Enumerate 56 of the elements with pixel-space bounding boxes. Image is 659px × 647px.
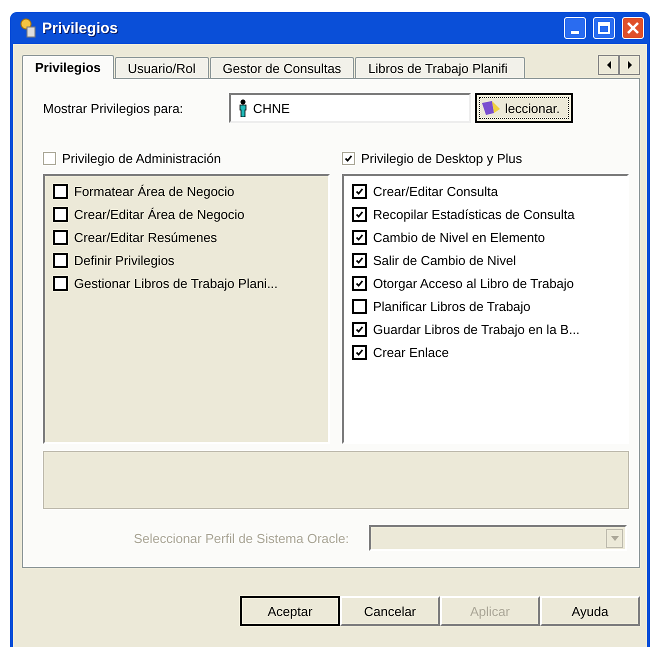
checkbox[interactable]	[352, 184, 367, 199]
dialog-button[interactable]: Cancelar	[340, 596, 440, 626]
checkbox[interactable]	[352, 299, 367, 314]
dialog-button[interactable]: Aceptar	[240, 596, 340, 626]
group-checkbox[interactable]	[342, 152, 355, 165]
checkbox-label: Crear/Editar Área de Negocio	[74, 207, 245, 222]
group-checkbox[interactable]	[43, 152, 56, 165]
checkbox-label: Privilegio de Administración	[62, 151, 221, 166]
maximize-icon	[598, 22, 610, 34]
checkbox-label: Gestionar Libros de Trabajo Plani...	[74, 276, 278, 291]
checkbox[interactable]	[53, 184, 68, 199]
checkbox-label: Crear/Editar Resúmenes	[74, 230, 218, 245]
tab[interactable]: Gestor de Consultas	[210, 57, 354, 78]
checkbox-label: Salir de Cambio de Nivel	[373, 253, 516, 268]
select-button[interactable]: leccionar.	[475, 93, 573, 123]
checkbox[interactable]	[352, 322, 367, 337]
tab[interactable]: Privilegios	[22, 55, 114, 79]
checkbox-label: Cambio de Nivel en Elemento	[373, 230, 545, 245]
checkbox[interactable]	[53, 230, 68, 245]
checkbox-label: Planificar Libros de Trabajo	[373, 299, 531, 314]
checkbox-label: Privilegio de Desktop y Plus	[361, 151, 522, 166]
checkbox[interactable]	[352, 230, 367, 245]
minimize-icon	[571, 30, 579, 34]
checkbox-label: Recopilar Estadísticas de Consulta	[373, 207, 575, 222]
checkbox[interactable]	[53, 207, 68, 222]
show-privileges-label: Mostrar Privilegios para:	[43, 100, 184, 116]
left-triangle-icon	[606, 61, 612, 69]
close-button[interactable]	[622, 17, 644, 39]
dialog-button[interactable]: Ayuda	[540, 596, 640, 626]
checkbox-label: Crear/Editar Consulta	[373, 184, 498, 199]
key-icon	[19, 18, 37, 38]
tab[interactable]: Libros de Trabajo Planifi	[355, 57, 526, 78]
checkbox[interactable]	[352, 253, 367, 268]
checkbox-label: Otorgar Acceso al Libro de Trabajo	[373, 276, 574, 291]
checkbox-label: Crear Enlace	[373, 345, 449, 360]
checkbox[interactable]	[352, 207, 367, 222]
right-triangle-icon	[626, 61, 632, 69]
checkbox[interactable]	[53, 276, 68, 291]
checkbox-label: Guardar Libros de Trabajo en la B...	[373, 322, 580, 337]
scroll-right-button[interactable]	[619, 55, 640, 75]
user-field[interactable]: CHNE	[229, 93, 471, 123]
checkbox[interactable]	[53, 253, 68, 268]
scroll-left-button[interactable]	[598, 55, 619, 75]
checkbox[interactable]	[352, 345, 367, 360]
flashlight-icon	[480, 99, 502, 117]
minimize-button[interactable]	[564, 17, 586, 39]
checkbox[interactable]	[352, 276, 367, 291]
close-icon	[627, 22, 639, 34]
down-triangle-icon	[610, 536, 618, 540]
window-title: Privilegios	[42, 20, 119, 36]
checkbox-label: Definir Privilegios	[74, 253, 174, 268]
tab[interactable]: Usuario/Rol	[114, 57, 209, 78]
person-icon	[239, 99, 247, 117]
profile-label: Seleccionar Perfil de Sistema Oracle:	[134, 530, 349, 546]
checkbox-label: Formatear Área de Negocio	[74, 184, 234, 199]
maximize-button[interactable]	[593, 17, 615, 39]
